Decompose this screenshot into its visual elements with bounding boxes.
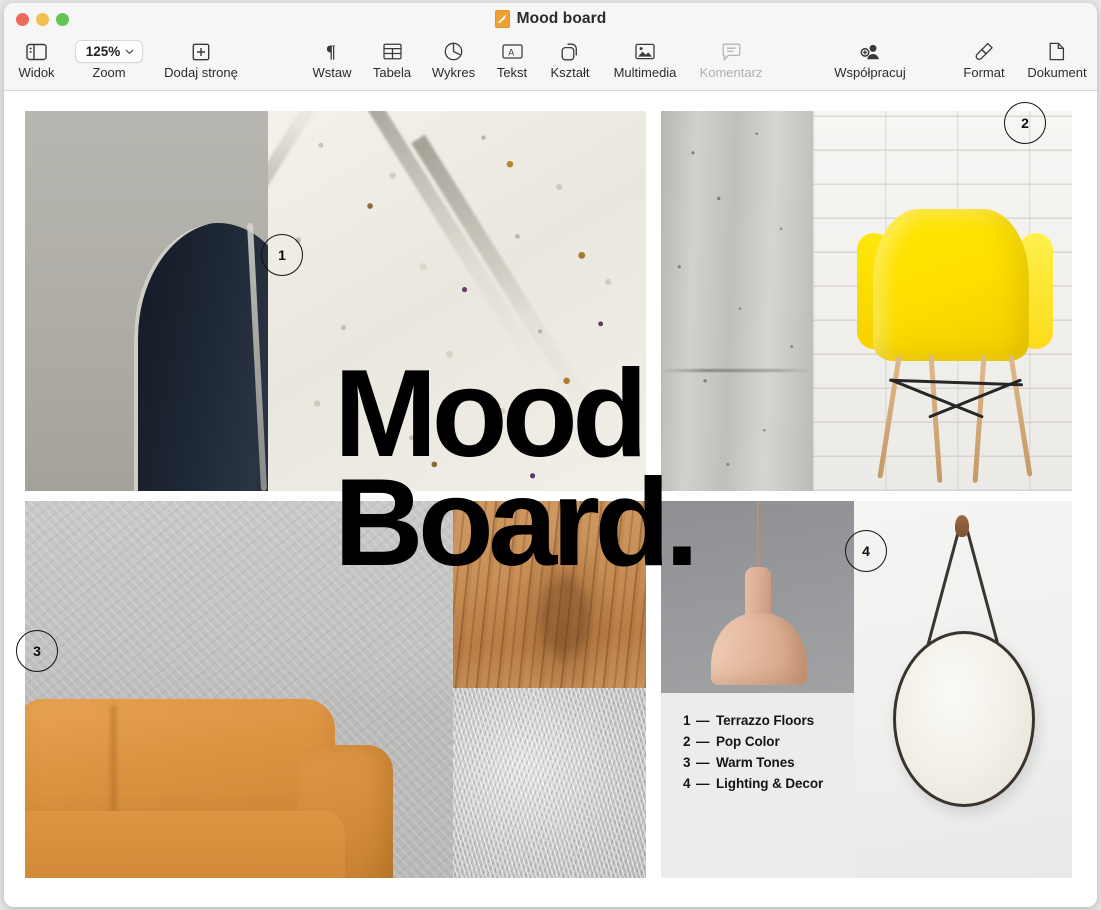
image-fur-rug[interactable] <box>453 688 646 878</box>
zoom-popup-button[interactable]: 125% <box>74 39 144 64</box>
document-canvas[interactable]: 1 — Terrazzo Floors 2 — Pop Color 3 — Wa… <box>4 92 1097 907</box>
legend-label: Warm Tones <box>716 755 795 770</box>
pilcrow-icon: ¶ <box>325 39 340 64</box>
image-armchair[interactable] <box>25 111 268 491</box>
toolbar-label-document: Dokument <box>1027 65 1087 80</box>
toolbar-item-shape[interactable]: Kształt <box>541 39 599 81</box>
callout-badge-2[interactable]: 2 <box>1004 102 1046 144</box>
add-person-icon <box>860 39 881 64</box>
toolbar-item-comment[interactable]: Komentarz <box>692 39 770 81</box>
chevron-down-icon <box>125 49 134 54</box>
window-title-group: Mood board <box>4 10 1097 28</box>
svg-text:¶: ¶ <box>326 42 336 61</box>
chair-leg <box>1008 355 1033 477</box>
toolbar-label-collaborate: Współpracuj <box>834 65 906 80</box>
toolbar-label-view: Widok <box>18 65 55 80</box>
legend-item: 1 — Terrazzo Floors <box>683 713 823 728</box>
toolbar-label-zoom: Zoom <box>92 65 126 80</box>
legend-dash: — <box>696 713 710 728</box>
legend-item: 2 — Pop Color <box>683 734 823 749</box>
title-bar: Mood board <box>4 3 1097 36</box>
toolbar-item-media[interactable]: Multimedia <box>604 39 686 81</box>
add-page-icon <box>192 39 210 64</box>
toolbar-label-comment: Komentarz <box>699 65 763 80</box>
window-title: Mood board <box>516 10 607 27</box>
table-icon <box>382 39 402 64</box>
lamp-shade <box>711 613 807 685</box>
image-round-mirror[interactable] <box>854 501 1072 878</box>
mirror-peg <box>955 515 969 537</box>
toolbar-item-chart[interactable]: Wykres <box>426 39 481 81</box>
toolbar-label-media: Multimedia <box>613 65 677 80</box>
legend-number: 3 <box>683 755 691 770</box>
image-wood-grain[interactable] <box>453 501 646 688</box>
image-pendant-lamp[interactable] <box>661 501 854 693</box>
toolbar-item-table[interactable]: Tabela <box>364 39 420 81</box>
toolbar-label-add-page: Dodaj stronę <box>164 65 238 80</box>
legend-dash: — <box>696 755 710 770</box>
legend-panel[interactable]: 1 — Terrazzo Floors 2 — Pop Color 3 — Wa… <box>661 693 854 878</box>
mirror-glass <box>893 631 1035 807</box>
legend-number: 4 <box>683 776 691 791</box>
toolbar-label-shape: Kształt <box>550 65 590 80</box>
comment-icon <box>722 39 741 64</box>
legend-list: 1 — Terrazzo Floors 2 — Pop Color 3 — Wa… <box>683 713 823 791</box>
toolbar-label-chart: Wykres <box>431 65 476 80</box>
callout-badge-4[interactable]: 4 <box>845 530 887 572</box>
toolbar-label-insert: Wstaw <box>312 65 352 80</box>
chair-shell <box>873 209 1029 361</box>
sofa-cushion <box>25 699 335 829</box>
toolbar-label-format: Format <box>963 65 1005 80</box>
toolbar-item-document[interactable]: Dokument <box>1020 39 1094 81</box>
pie-chart-icon <box>444 39 463 64</box>
legend-label: Terrazzo Floors <box>716 713 815 728</box>
toolbar-item-text[interactable]: A Tekst <box>489 39 535 81</box>
sidebar-icon <box>26 39 47 64</box>
toolbar-item-add-page[interactable]: Dodaj stronę <box>156 39 246 81</box>
chair-leg <box>877 355 902 479</box>
chair-leg <box>928 354 943 484</box>
toolbar-item-view[interactable]: Widok <box>14 39 59 81</box>
legend-dash: — <box>696 776 710 791</box>
pages-document-icon <box>494 10 510 28</box>
toolbar-item-format[interactable]: Format <box>956 39 1012 81</box>
toolbar-label-text: Tekst <box>496 65 528 80</box>
legend-label: Pop Color <box>716 734 780 749</box>
image-tan-sofa[interactable] <box>25 501 453 878</box>
toolbar-item-insert[interactable]: ¶ Wstaw <box>307 39 357 81</box>
toolbar-item-zoom[interactable]: 125% Zoom <box>74 39 144 81</box>
callout-badge-1[interactable]: 1 <box>261 234 303 276</box>
callout-badge-3[interactable]: 3 <box>16 630 58 672</box>
legend-label: Lighting & Decor <box>716 776 824 791</box>
sofa-seat <box>25 811 345 878</box>
photo-icon <box>635 39 655 64</box>
image-yellow-chair[interactable] <box>813 111 1072 491</box>
zoom-value: 125% <box>85 44 121 59</box>
document-icon <box>1049 39 1065 64</box>
text-box-icon: A <box>501 39 523 64</box>
legend-item: 4 — Lighting & Decor <box>683 776 823 791</box>
lamp-cord <box>757 501 759 573</box>
app-window: Mood board Widok 125% Zoom Dodaj stronę … <box>4 3 1097 907</box>
image-concrete-wall[interactable] <box>661 111 813 491</box>
legend-item: 3 — Warm Tones <box>683 755 823 770</box>
legend-number: 1 <box>683 713 691 728</box>
legend-dash: — <box>696 734 710 749</box>
paintbrush-icon <box>975 39 994 64</box>
legend-number: 2 <box>683 734 691 749</box>
toolbar: Widok 125% Zoom Dodaj stronę ¶ Wstaw Tab… <box>4 36 1097 91</box>
toolbar-item-collaborate[interactable]: Współpracuj <box>826 39 914 81</box>
svg-text:A: A <box>508 47 514 57</box>
chair-leg <box>972 354 987 484</box>
shapes-icon <box>561 39 580 64</box>
toolbar-label-table: Tabela <box>372 65 412 80</box>
image-terrazzo[interactable] <box>268 111 646 491</box>
